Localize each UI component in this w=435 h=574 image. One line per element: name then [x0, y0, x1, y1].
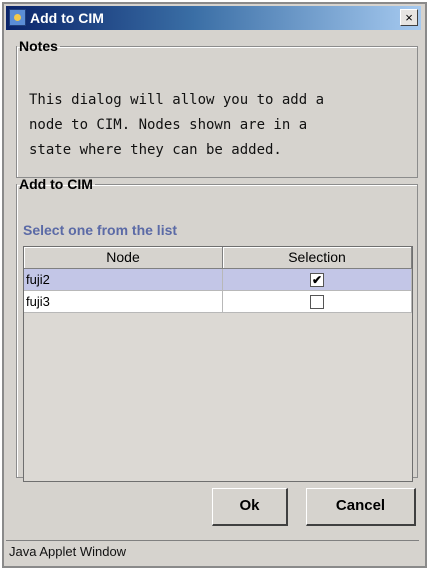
node-cell[interactable]: fuji3: [24, 291, 223, 313]
node-table: Node Selection fuji2 ✔ fuji3: [23, 246, 413, 482]
title-bar[interactable]: Add to CIM ×: [6, 6, 421, 30]
close-button[interactable]: ×: [400, 9, 418, 26]
selection-checkbox[interactable]: ✔: [310, 272, 324, 287]
selection-checkbox[interactable]: [310, 294, 324, 309]
table-header: Node Selection: [24, 247, 412, 269]
notes-legend: Notes: [19, 38, 58, 54]
notes-text: This dialog will allow you to add a node…: [29, 88, 409, 163]
add-to-cim-legend: Add to CIM: [19, 176, 93, 192]
notes-line: node to CIM. Nodes shown are in a: [29, 117, 308, 133]
node-cell[interactable]: fuji2: [24, 269, 223, 291]
status-bar: Java Applet Window: [6, 540, 419, 562]
selection-cell[interactable]: ✔: [223, 269, 412, 291]
selection-cell[interactable]: [223, 291, 412, 313]
notes-group: Notes This dialog will allow you to add …: [16, 38, 418, 178]
notes-line: This dialog will allow you to add a: [29, 92, 325, 108]
table-row[interactable]: fuji2 ✔: [24, 269, 412, 291]
cancel-button[interactable]: Cancel: [306, 488, 416, 526]
dialog-title: Add to CIM: [30, 10, 104, 26]
column-header-node[interactable]: Node: [24, 247, 223, 269]
table-row[interactable]: fuji3: [24, 291, 412, 313]
add-to-cim-group: Add to CIM Select one from the list Node…: [16, 176, 418, 482]
java-dialog-icon: [9, 9, 26, 26]
column-header-selection[interactable]: Selection: [223, 247, 412, 269]
notes-line: state where they can be added.: [29, 142, 282, 158]
select-instruction: Select one from the list: [23, 222, 178, 238]
ok-button[interactable]: Ok: [212, 488, 288, 526]
